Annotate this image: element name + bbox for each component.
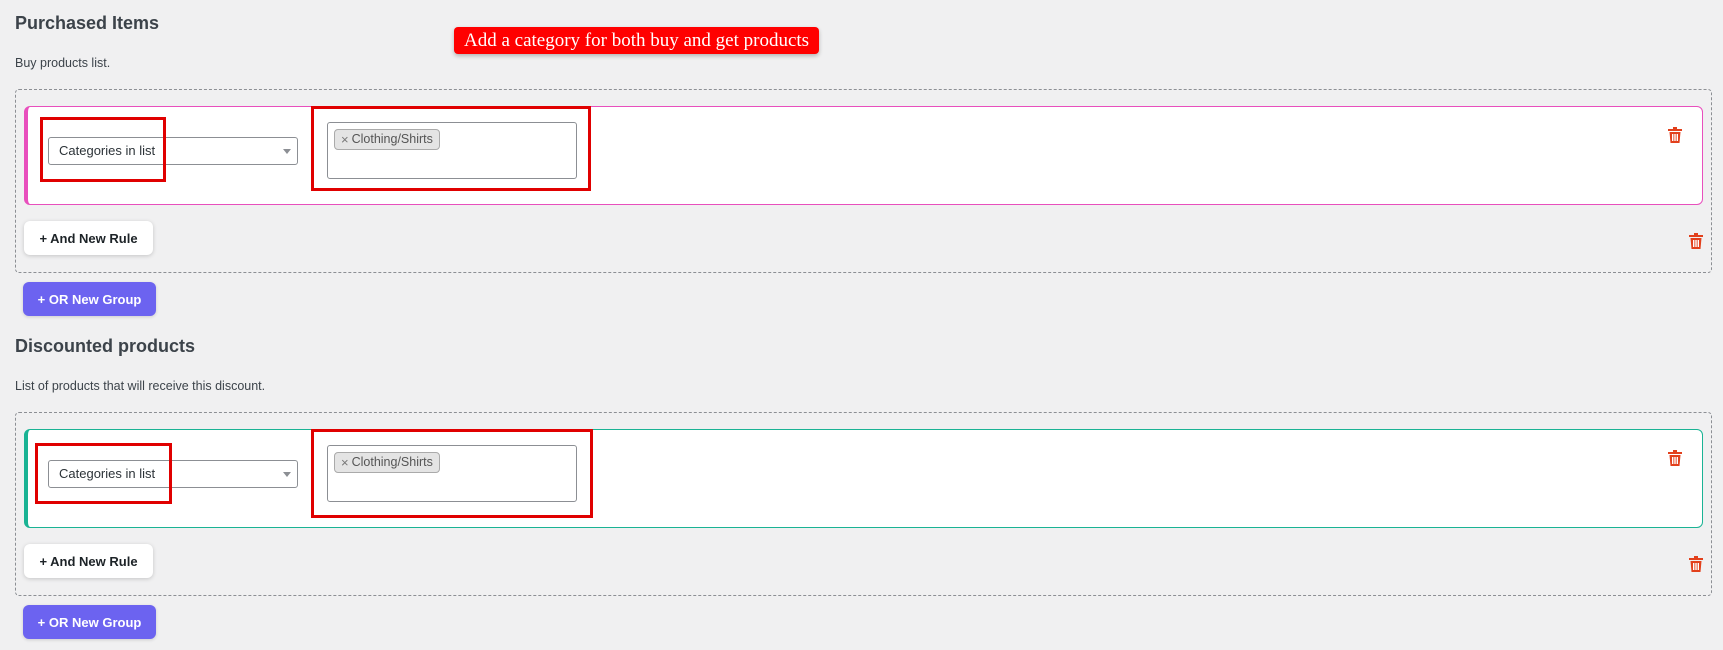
purchased-section-description: Buy products list. (15, 56, 111, 70)
purchased-or-new-group-button[interactable]: + OR New Group (23, 282, 156, 316)
purchased-section-title: Purchased Items (15, 13, 160, 33)
purchased-and-new-rule-button[interactable]: + And New Rule (24, 221, 153, 255)
delete-rule-trash-icon[interactable] (1668, 127, 1682, 143)
discounted-or-new-group-button[interactable]: + OR New Group (23, 605, 156, 639)
discounted-and-new-rule-button[interactable]: + And New Rule (24, 544, 153, 578)
discounted-section-title: Discounted products (15, 336, 196, 356)
annotation-highlight-categories (311, 106, 591, 191)
delete-rule-trash-icon[interactable] (1668, 450, 1682, 466)
annotation-highlight-condition (35, 443, 172, 504)
annotation-highlight-categories (311, 429, 593, 518)
delete-group-trash-icon[interactable] (1689, 233, 1703, 249)
chevron-down-icon (283, 472, 291, 477)
chevron-down-icon (283, 149, 291, 154)
discounted-section-description: List of products that will receive this … (15, 379, 266, 393)
annotation-callout: Add a category for both buy and get prod… (454, 27, 820, 54)
delete-group-trash-icon[interactable] (1689, 556, 1703, 572)
annotation-highlight-condition (40, 117, 166, 182)
